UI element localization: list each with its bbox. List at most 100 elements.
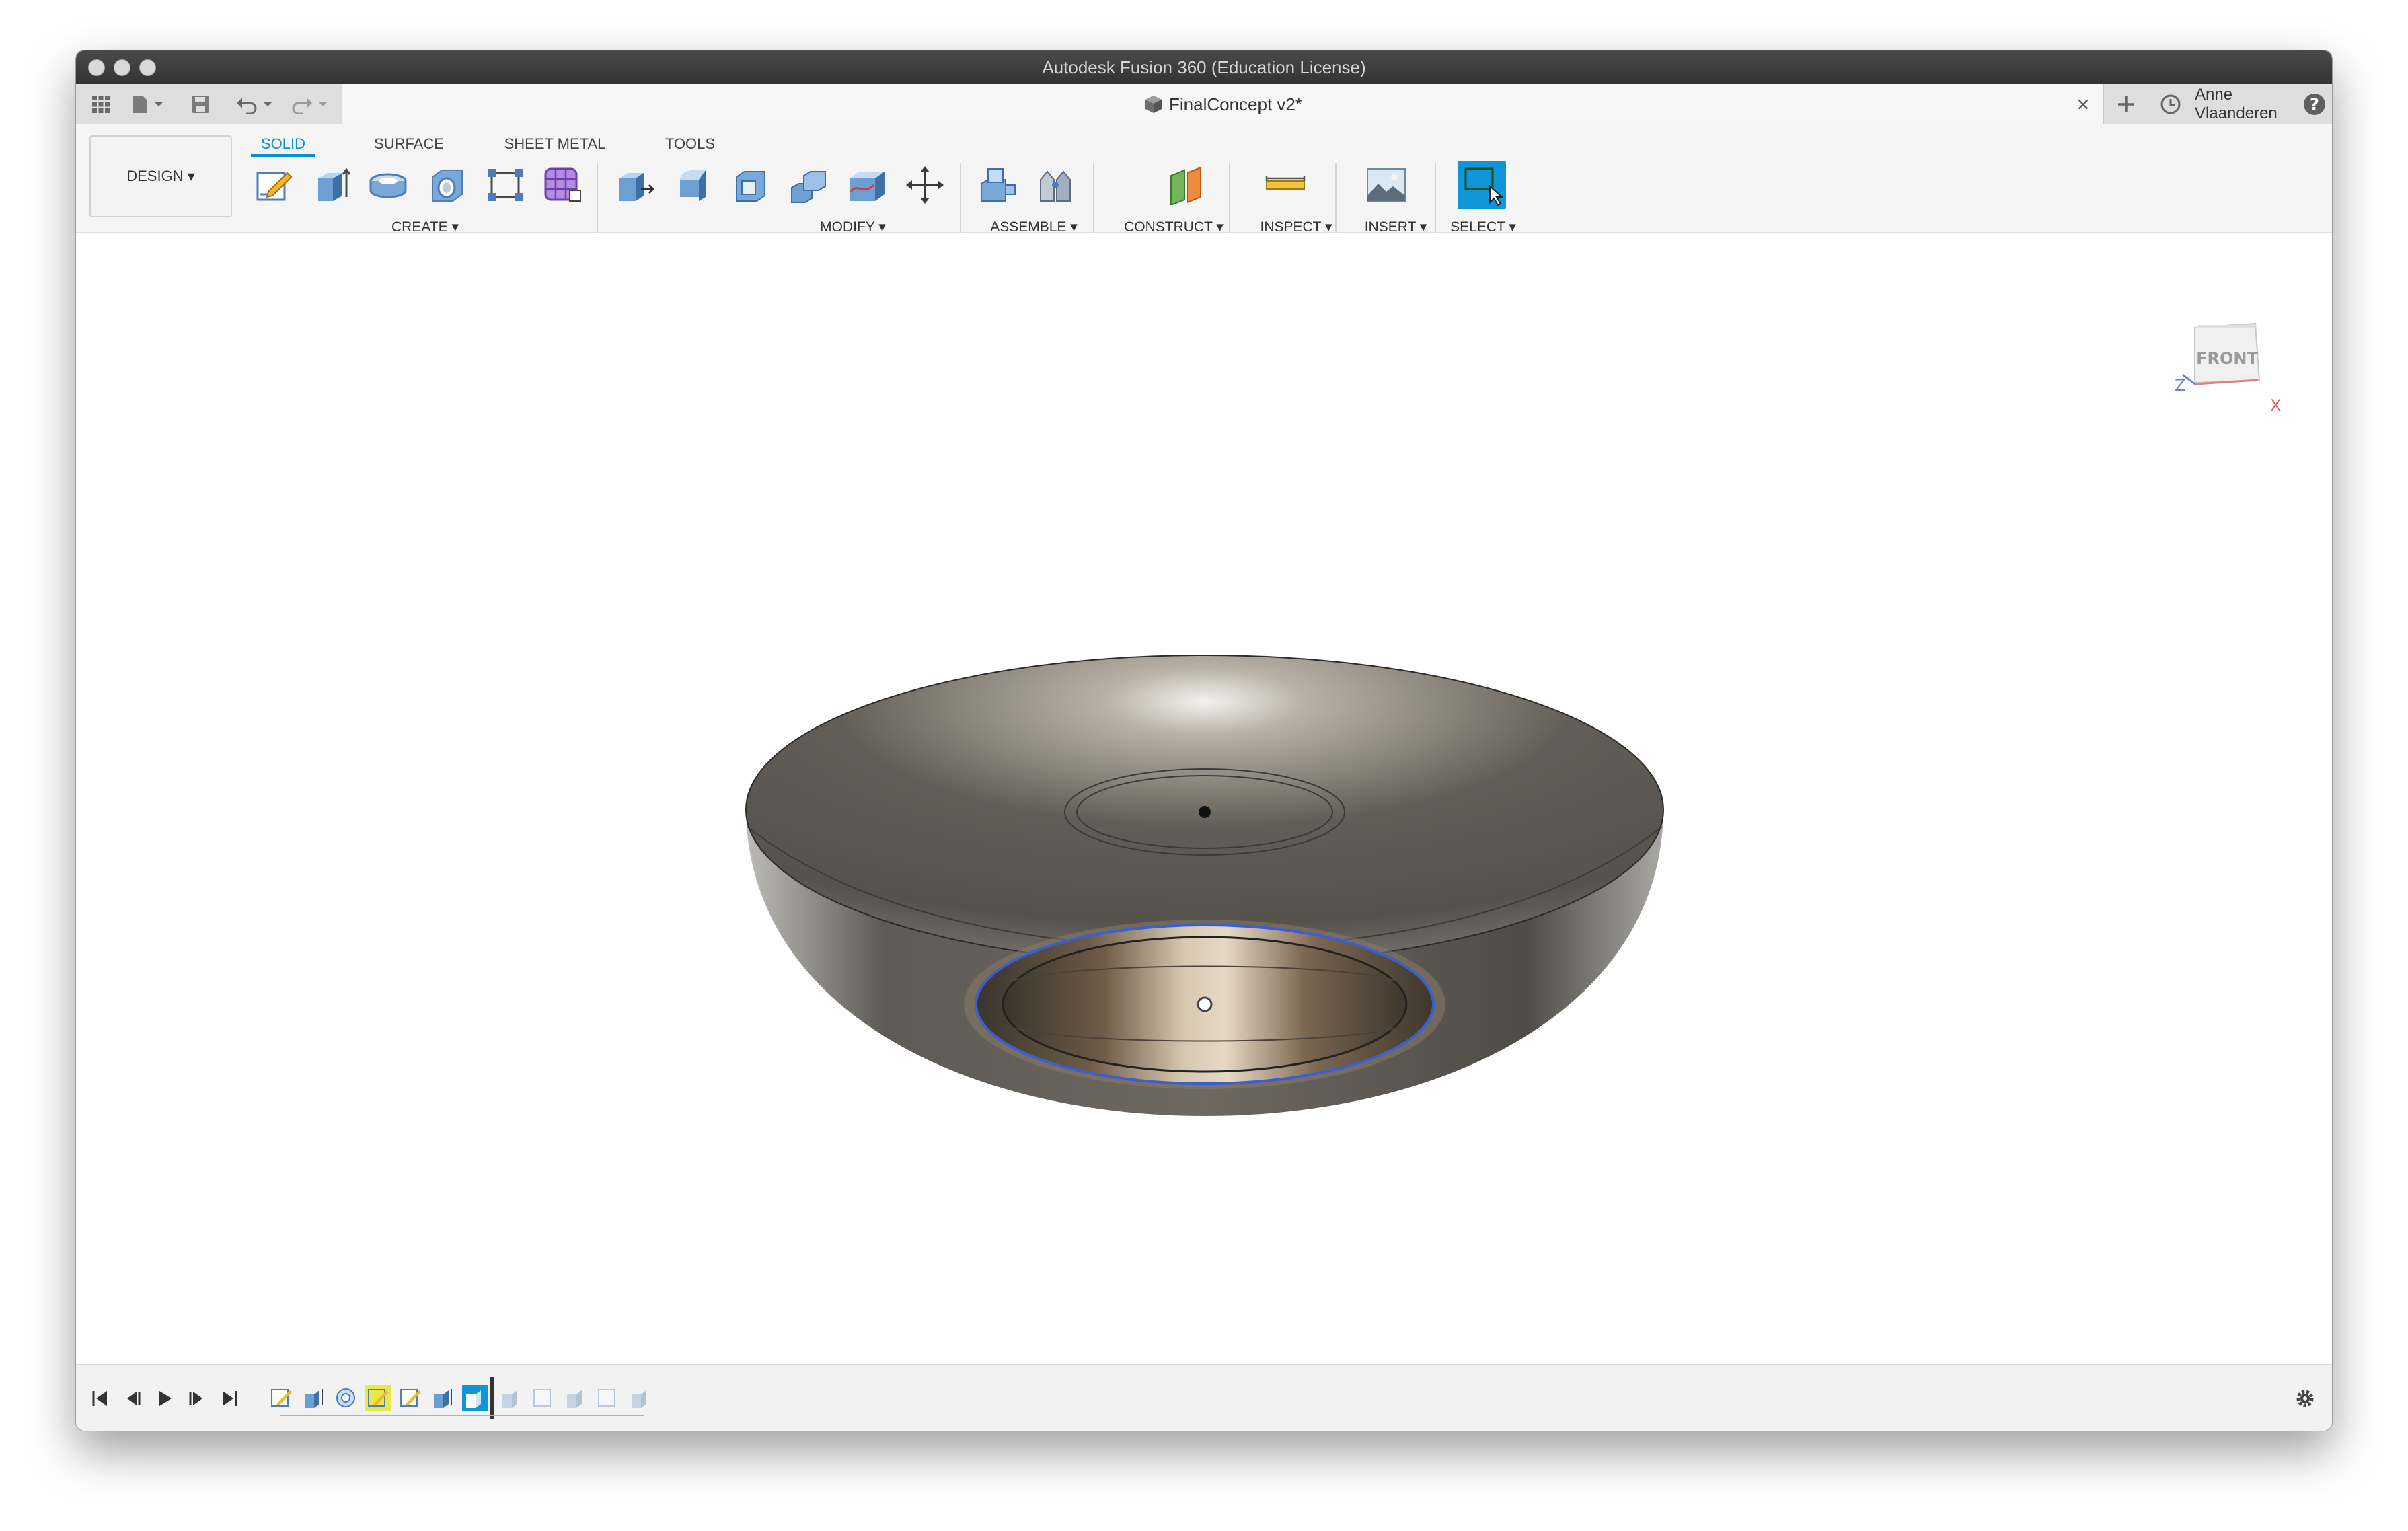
extrude-icon (318, 167, 351, 201)
bowl-model[interactable] (745, 655, 1664, 1116)
move-copy-button[interactable] (901, 161, 949, 209)
user-account-button[interactable]: Anne Vlaanderen (2195, 84, 2309, 124)
timeline-feature-revolve[interactable] (333, 1385, 359, 1411)
tab-tools[interactable]: TOOLS (653, 135, 727, 157)
pattern-button[interactable] (481, 161, 529, 209)
workspace-switcher[interactable]: DESIGN ▾ (89, 135, 232, 217)
revolve-button[interactable] (365, 161, 414, 209)
undo-icon[interactable] (232, 84, 279, 124)
hole-icon (432, 170, 463, 202)
group-assemble[interactable]: ASSEMBLE ▾ (980, 219, 1088, 236)
file-menu-button[interactable] (127, 84, 172, 124)
timeline-feature-suppressed[interactable] (628, 1385, 653, 1411)
measure-button[interactable] (1261, 161, 1310, 209)
sketch-point-origin[interactable] (1197, 996, 1213, 1012)
timeline-feature-suppressed[interactable] (531, 1385, 556, 1411)
shell-icon (736, 171, 765, 202)
extrude-button[interactable] (307, 161, 356, 209)
document-name: FinalConcept v2* (1169, 94, 1302, 114)
move-icon (906, 166, 944, 204)
press-pull-icon (619, 173, 655, 201)
timeline-feature-sketch-highlighted[interactable] (365, 1385, 391, 1411)
svg-text:?: ? (2310, 95, 2319, 114)
hole-button[interactable] (423, 161, 472, 209)
rectangular-pattern-icon (488, 169, 523, 201)
model-view[interactable]: FRONT X Z (76, 235, 2333, 1365)
canvas-image-icon (1367, 168, 1406, 202)
create-form-button[interactable] (539, 161, 587, 209)
group-construct[interactable]: CONSTRUCT ▾ (1106, 219, 1241, 236)
new-tab-icon[interactable] (2106, 84, 2146, 124)
joint-button[interactable] (1031, 161, 1080, 209)
joint-icon (1040, 170, 1071, 202)
create-sketch-button[interactable] (250, 161, 298, 209)
document-cube-icon (1145, 96, 1162, 113)
timeline-feature-active[interactable] (462, 1385, 488, 1411)
save-icon[interactable] (184, 84, 217, 124)
timeline-feature-sketch-2[interactable] (398, 1385, 423, 1411)
title-bar: Autodesk Fusion 360 (Education License) (76, 50, 2332, 84)
measure-icon (1265, 176, 1306, 190)
construct-plane-icon (1170, 166, 1201, 205)
sketch-point-top[interactable] (1199, 806, 1211, 818)
ribbon-separator (1435, 163, 1436, 233)
tab-sheet-metal[interactable]: SHEET METAL (494, 135, 615, 157)
new-component-icon (981, 168, 1016, 202)
fillet-button[interactable] (669, 161, 718, 209)
group-insert[interactable]: INSERT ▾ (1349, 219, 1443, 236)
timeline-first-button[interactable] (87, 1384, 114, 1413)
tab-solid[interactable]: SOLID (251, 135, 315, 157)
ribbon-separator (1229, 163, 1230, 233)
group-create[interactable]: CREATE ▾ (375, 219, 476, 236)
ribbon-separator (597, 163, 598, 233)
sketch-icon (256, 172, 293, 201)
timeline-previous-button[interactable] (119, 1384, 146, 1413)
timeline-feature-suppressed[interactable] (563, 1385, 589, 1411)
select-window-icon (1464, 167, 1503, 207)
timeline-feature-extrude-2[interactable] (430, 1385, 455, 1411)
group-select[interactable]: SELECT ▾ (1441, 219, 1525, 236)
settings-gear-icon[interactable] (2292, 1384, 2319, 1413)
canvas-viewport[interactable]: FRONT X Z (76, 235, 2332, 1365)
shell-button[interactable] (727, 161, 776, 209)
ribbon-toolbar: DESIGN ▾ SOLID SURFACE SHEET METAL TOOLS… (76, 124, 2332, 236)
replace-face-icon (850, 172, 885, 201)
fillet-icon (680, 170, 706, 201)
timeline-play-button[interactable] (151, 1384, 178, 1413)
document-tab[interactable]: FinalConcept v2* × (342, 84, 2104, 124)
apps-grid-icon[interactable] (84, 84, 118, 124)
redo-icon[interactable] (285, 84, 334, 124)
viewcube[interactable]: FRONT X Z (2175, 322, 2281, 415)
tab-surface[interactable]: SURFACE (365, 135, 453, 157)
timeline-last-button[interactable] (216, 1384, 243, 1413)
timeline-feature-sketch[interactable] (268, 1385, 294, 1411)
timeline-marker[interactable] (490, 1377, 494, 1419)
revolve-icon (369, 173, 407, 198)
tab-bar: FinalConcept v2* × Anne Vlaanderen ? (76, 84, 2332, 124)
axis-z-label: Z (2175, 376, 2185, 395)
job-status-clock-icon[interactable] (2150, 84, 2191, 124)
timeline-feature-extrude[interactable] (301, 1385, 326, 1411)
press-pull-button[interactable] (611, 161, 660, 209)
combine-icon (791, 171, 826, 203)
file-icon (133, 96, 147, 113)
help-icon[interactable]: ? (2296, 84, 2332, 124)
timeline-feature-suppressed[interactable] (595, 1385, 621, 1411)
group-modify[interactable]: MODIFY ▾ (802, 219, 903, 236)
viewcube-face-label: FRONT (2196, 349, 2258, 368)
axis-x-label: X (2270, 396, 2281, 415)
document-title: FinalConcept v2* (342, 84, 2103, 124)
timeline-feature-suppressed[interactable] (498, 1385, 524, 1411)
window-title: Autodesk Fusion 360 (Education License) (1042, 57, 1366, 77)
close-tab-icon[interactable]: × (2070, 91, 2097, 118)
combine-button[interactable] (785, 161, 833, 209)
ribbon-separator (960, 163, 961, 233)
replace-face-button[interactable] (843, 161, 891, 209)
timeline-next-button[interactable] (184, 1384, 211, 1413)
insert-canvas-button[interactable] (1362, 161, 1410, 209)
offset-plane-button[interactable] (1162, 161, 1210, 209)
group-inspect[interactable]: INSPECT ▾ (1242, 219, 1350, 236)
select-button[interactable] (1458, 161, 1506, 209)
new-component-button[interactable] (973, 161, 1022, 209)
ribbon-separator (1335, 163, 1337, 233)
